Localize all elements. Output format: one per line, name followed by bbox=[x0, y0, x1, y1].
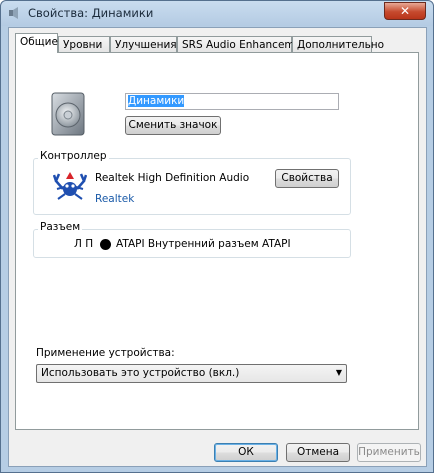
tab-enhancements[interactable]: Улучшения bbox=[110, 36, 177, 53]
speaker-icon bbox=[9, 7, 18, 19]
window-title: Свойства: Динамики bbox=[28, 6, 154, 20]
dialog-client: Общие Уровни Улучшения SRS Audio Enhance… bbox=[8, 27, 427, 467]
controller-name: Realtek High Definition Audio bbox=[95, 172, 250, 184]
controller-group-label: Контроллер bbox=[38, 150, 109, 162]
jack-color-dot bbox=[100, 239, 111, 250]
tab-levels[interactable]: Уровни bbox=[58, 36, 110, 53]
device-usage-select[interactable]: Использовать это устройство (вкл.) ▼ bbox=[36, 364, 347, 383]
tab-srs-audio[interactable]: SRS Audio Enhancement bbox=[177, 36, 312, 53]
device-usage-label: Применение устройства: bbox=[36, 347, 175, 359]
ok-button[interactable]: ОК bbox=[214, 443, 278, 462]
realtek-link[interactable]: Realtek bbox=[95, 193, 134, 205]
general-panel: Динамики Сменить значок Контроллер Realt… bbox=[15, 52, 419, 430]
change-icon-button[interactable]: Сменить значок bbox=[125, 116, 221, 135]
device-usage-value: Использовать это устройство (вкл.) bbox=[41, 367, 240, 379]
cancel-button[interactable]: Отмена bbox=[286, 443, 350, 462]
realtek-crab-icon bbox=[53, 172, 87, 200]
speaker-device-icon bbox=[51, 92, 85, 136]
tab-general[interactable]: Общие bbox=[15, 33, 58, 53]
tab-advanced[interactable]: Дополнительно bbox=[292, 36, 384, 53]
properties-window: Свойства: Динамики ✕ Общие Уровни Улучше… bbox=[0, 0, 434, 473]
close-button[interactable]: ✕ bbox=[384, 2, 426, 20]
controller-properties-button[interactable]: Свойства bbox=[275, 169, 339, 188]
jack-group-label: Разъем bbox=[38, 221, 83, 233]
dropdown-arrow-icon: ▼ bbox=[335, 368, 342, 377]
jack-description: ATAPI Внутренний разъем ATAPI bbox=[116, 238, 291, 250]
apply-button[interactable]: Применить bbox=[357, 443, 421, 462]
jack-channels: Л П bbox=[74, 238, 94, 250]
device-name-input[interactable]: Динамики bbox=[125, 93, 339, 110]
device-name-value: Динамики bbox=[128, 95, 185, 107]
title-bar[interactable]: Свойства: Динамики ✕ bbox=[1, 1, 433, 26]
